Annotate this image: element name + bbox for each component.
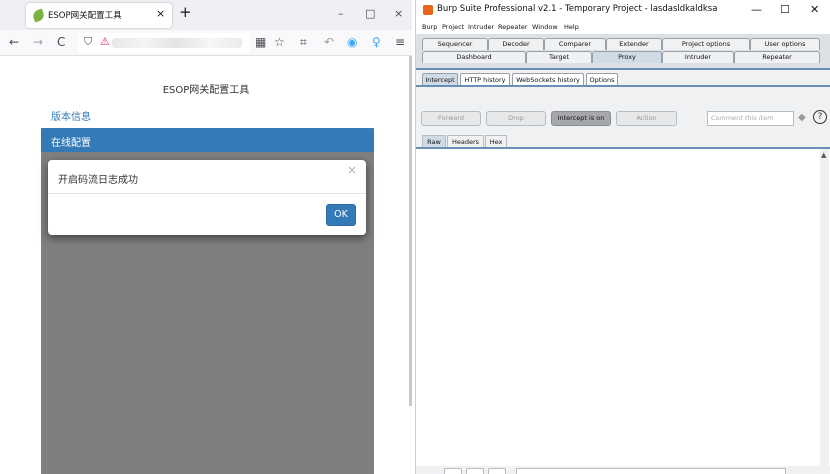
- tab-user-options[interactable]: User options: [750, 38, 820, 50]
- burp-window: Burp Suite Professional v2.1 - Temporary…: [415, 0, 830, 474]
- undo-icon[interactable]: ↶: [324, 34, 334, 50]
- tab-sequencer[interactable]: Sequencer: [422, 38, 488, 50]
- highlight-diamond-icon[interactable]: ◆: [798, 112, 806, 123]
- search-help-button[interactable]: [444, 468, 462, 474]
- menu-intruder[interactable]: Intruder: [468, 23, 494, 31]
- help-icon[interactable]: ?: [813, 110, 827, 124]
- insecure-lock-icon[interactable]: ⚠: [100, 35, 110, 48]
- tab-decoder[interactable]: Decoder: [488, 38, 544, 50]
- version-info-link[interactable]: 版本信息: [51, 108, 91, 123]
- online-config-panel-heading[interactable]: 在线配置: [41, 128, 374, 152]
- minimize-button[interactable]: –: [338, 7, 344, 20]
- tab-project-options[interactable]: Project options: [662, 38, 750, 50]
- menu-project[interactable]: Project: [442, 23, 464, 31]
- firefox-nav-bar: ← → C ⛉ ⚠ ▦ ☆ ⌗ ↶ ◉ ♀ ≡: [0, 30, 412, 56]
- tab-dashboard[interactable]: Dashboard: [422, 51, 526, 63]
- forward-arrow-icon[interactable]: →: [33, 34, 43, 50]
- proxy-subtab-strip: Intercept HTTP history WebSockets histor…: [416, 68, 830, 86]
- reload-icon[interactable]: C: [57, 34, 65, 50]
- panel-heading-label: 在线配置: [51, 138, 91, 149]
- menu-burp[interactable]: Burp: [422, 23, 437, 31]
- window-title: Burp Suite Professional v2.1 - Temporary…: [437, 4, 718, 14]
- editor-scrollbar[interactable]: ▲: [820, 149, 829, 474]
- comment-input[interactable]: Comment this item: [707, 111, 794, 126]
- modal-divider: [48, 193, 366, 194]
- forward-button[interactable]: Forward: [421, 111, 481, 126]
- page-title: ESOP网关配置工具: [162, 85, 250, 96]
- menu-bar: Burp Project Intruder Repeater Window He…: [416, 20, 830, 34]
- close-window-button[interactable]: ×: [394, 7, 403, 20]
- modal-close-icon[interactable]: ×: [347, 163, 357, 177]
- tab-comparer[interactable]: Comparer: [544, 38, 606, 50]
- hamburger-menu-icon[interactable]: ≡: [395, 34, 405, 50]
- action-button[interactable]: Action: [616, 111, 677, 126]
- maximize-button[interactable]: □: [365, 7, 375, 20]
- url-bar[interactable]: ⛉ ⚠: [78, 33, 250, 53]
- browser-tab[interactable]: ESOP网关配置工具 ×: [26, 3, 172, 28]
- new-tab-button[interactable]: +: [179, 5, 192, 20]
- back-arrow-icon[interactable]: ←: [9, 34, 19, 50]
- request-editor[interactable]: ▲: [416, 147, 830, 474]
- screenshot-crop-icon[interactable]: ⌗: [300, 34, 307, 50]
- firefox-window: ESOP网关配置工具 × + – □ × ← → C ⛉ ⚠ ▦ ☆ ⌗ ↶ ◉…: [0, 0, 412, 474]
- search-bar: [416, 466, 830, 474]
- tab-extender[interactable]: Extender: [606, 38, 662, 50]
- burp-logo-icon: [423, 5, 433, 15]
- qr-code-icon[interactable]: ▦: [255, 34, 266, 50]
- maximize-button[interactable]: ☐: [780, 3, 790, 16]
- drop-button[interactable]: Drop: [486, 111, 546, 126]
- search-input[interactable]: [516, 468, 786, 474]
- redacted-url: [112, 38, 242, 48]
- menu-window[interactable]: Window: [532, 23, 558, 31]
- search-prev-button[interactable]: [466, 468, 484, 474]
- tab-close-button[interactable]: ×: [156, 7, 165, 20]
- scroll-up-arrow-icon[interactable]: ▲: [821, 151, 826, 159]
- firefox-tab-bar: ESOP网关配置工具 × + – □ ×: [0, 0, 412, 30]
- modal-message: 开启码流日志成功: [58, 175, 138, 186]
- leaf-favicon-icon: [31, 8, 46, 23]
- minimize-button[interactable]: —: [751, 3, 762, 16]
- search-next-button[interactable]: [488, 468, 506, 474]
- intercept-toggle-button[interactable]: Intercept is on: [551, 111, 611, 126]
- main-tab-strip: Sequencer Decoder Comparer Extender Proj…: [416, 34, 830, 68]
- account-icon[interactable]: ♀: [372, 34, 381, 50]
- success-modal: 开启码流日志成功 × OK: [48, 160, 366, 235]
- shield-icon[interactable]: ⛉: [84, 35, 92, 49]
- burp-title-bar: Burp Suite Professional v2.1 - Temporary…: [416, 0, 830, 20]
- bookmark-star-icon[interactable]: ☆: [274, 34, 285, 50]
- close-window-button[interactable]: ✕: [810, 3, 819, 16]
- tab-repeater[interactable]: Repeater: [734, 51, 820, 63]
- web-page: ESOP网关配置工具 版本信息 在线配置 开启码流日志成功 × OK: [0, 56, 412, 474]
- tab-intruder[interactable]: Intruder: [662, 51, 734, 63]
- tab-proxy[interactable]: Proxy: [592, 51, 662, 63]
- menu-repeater[interactable]: Repeater: [498, 23, 528, 31]
- menu-help[interactable]: Help: [564, 23, 579, 31]
- intercept-toolbar: Forward Drop Intercept is on Action Comm…: [416, 85, 830, 148]
- extension-circle-icon[interactable]: ◉: [347, 34, 357, 50]
- tab-target[interactable]: Target: [526, 51, 592, 63]
- tab-title: ESOP网关配置工具: [48, 11, 122, 21]
- page-scrollbar[interactable]: [409, 56, 412, 406]
- ok-button[interactable]: OK: [326, 204, 356, 226]
